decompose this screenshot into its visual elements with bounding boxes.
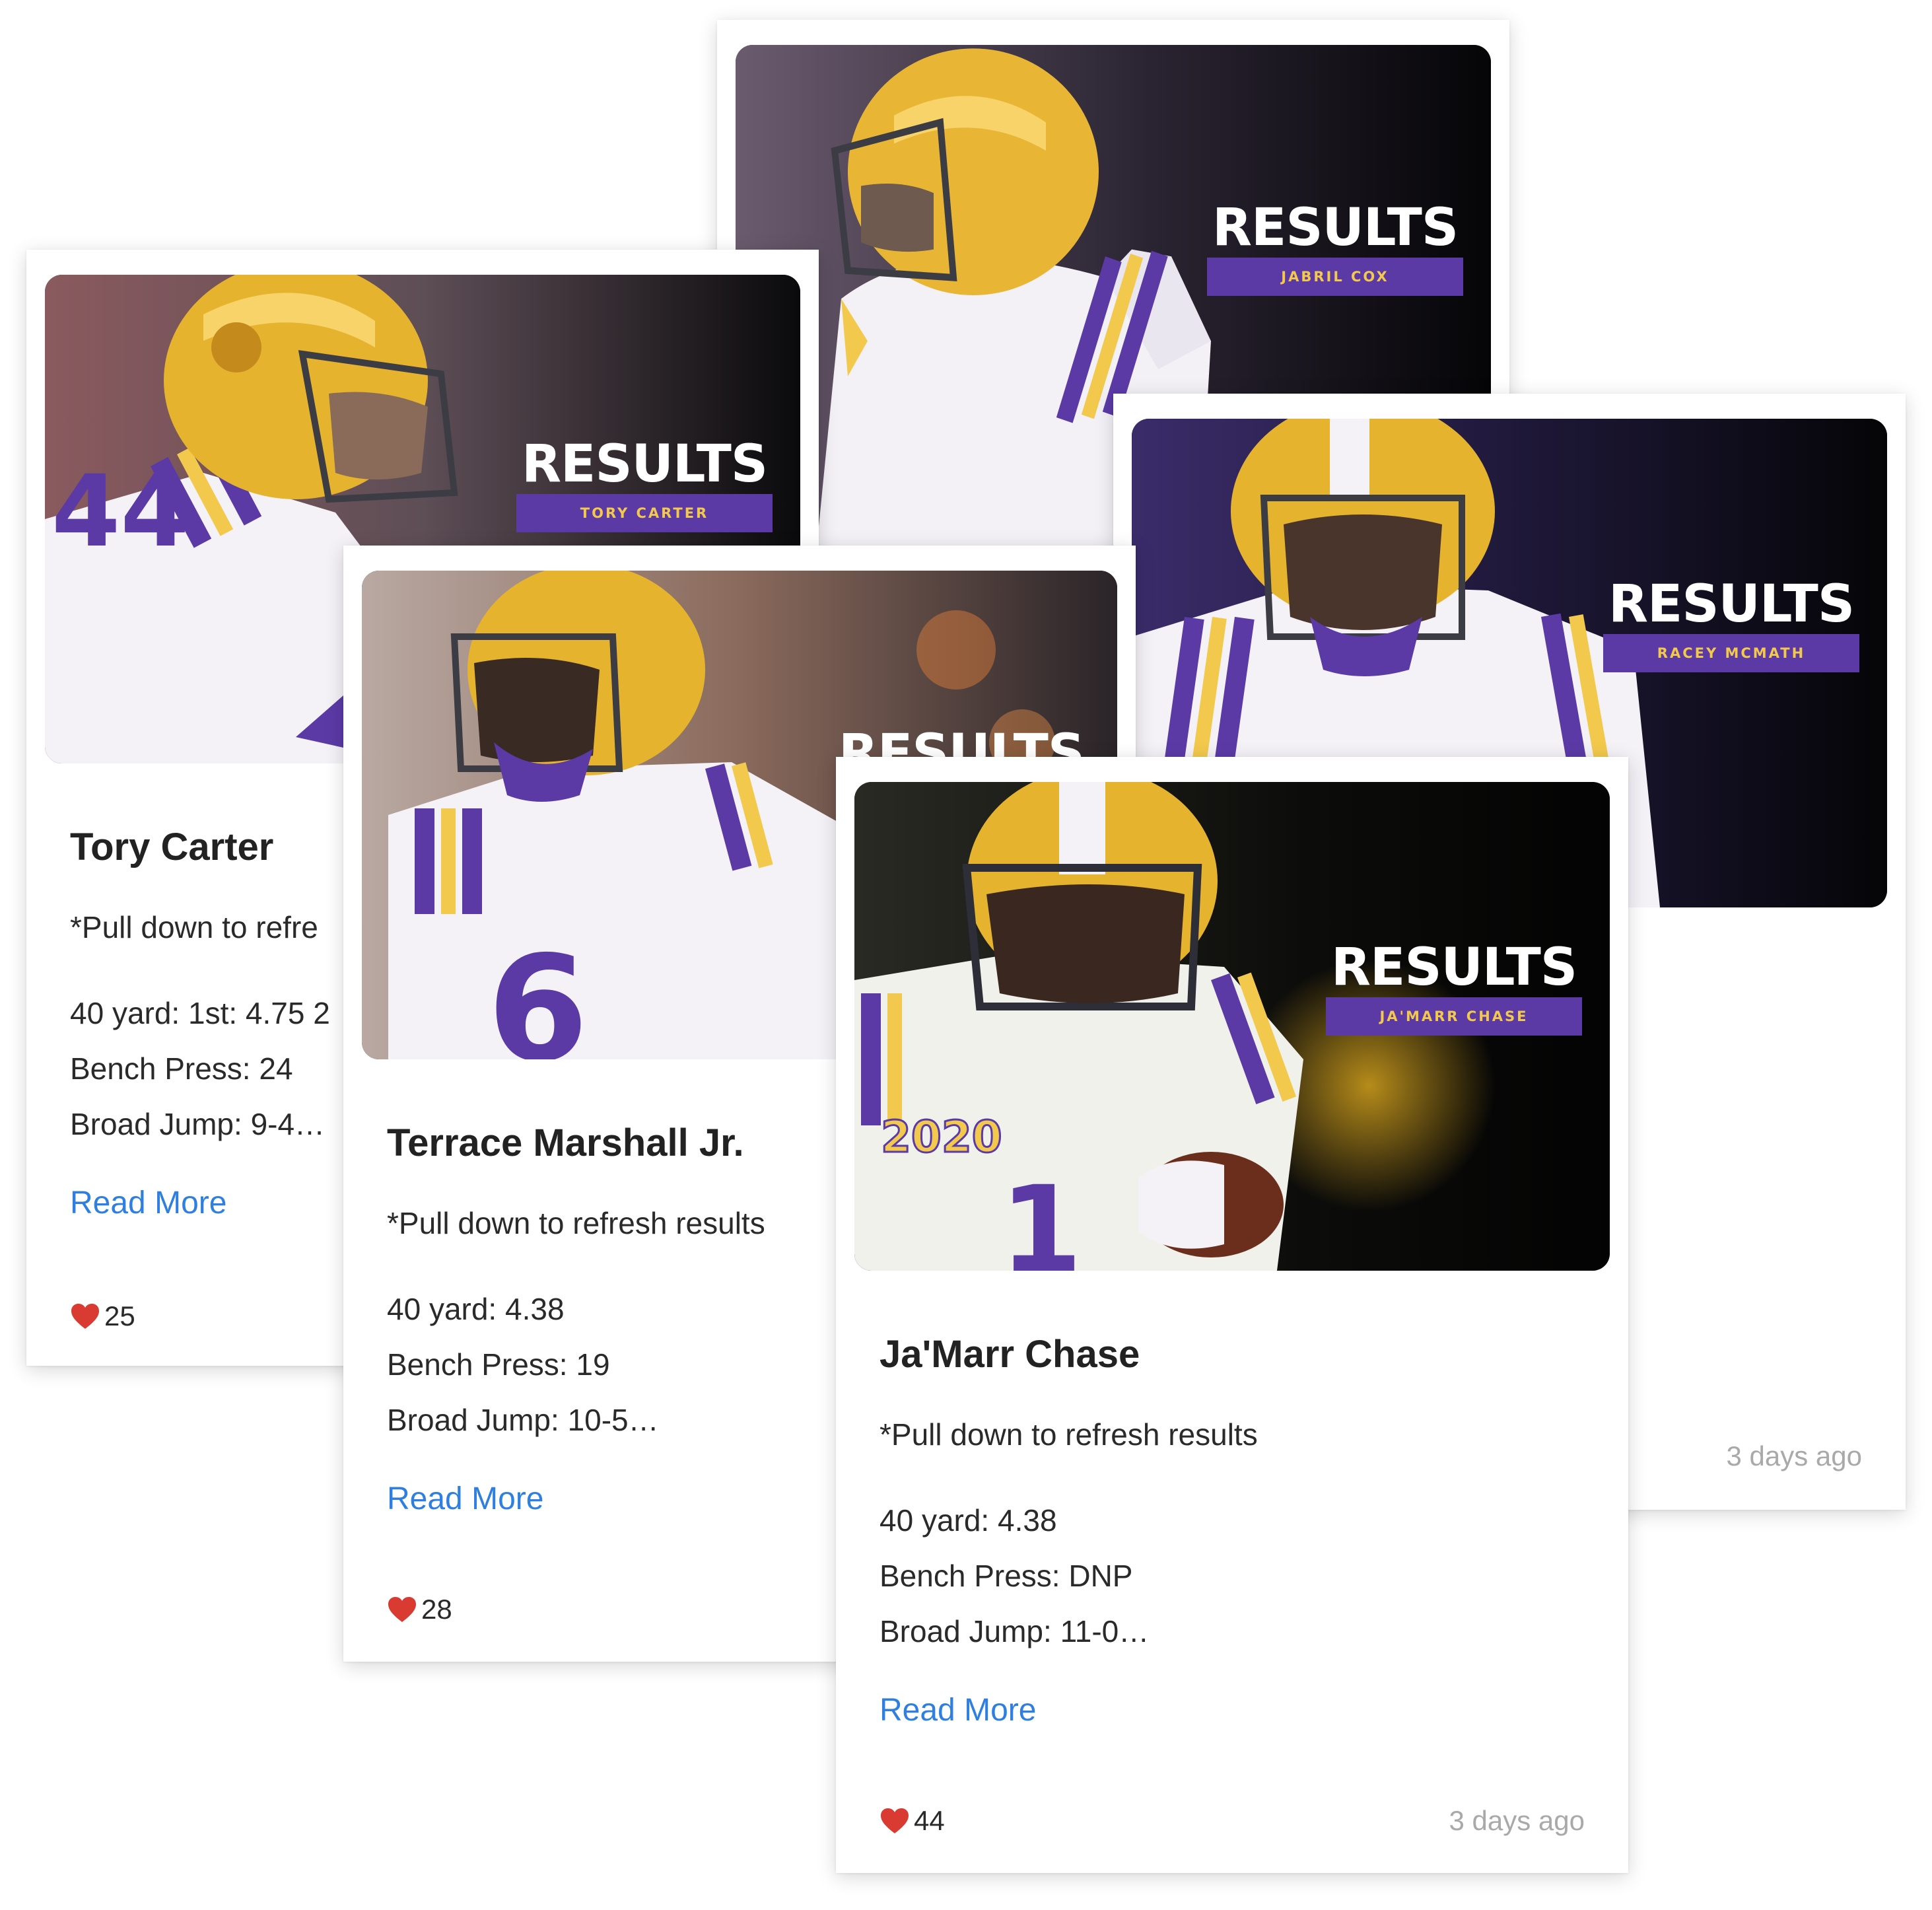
jersey-number: 1 <box>1000 1161 1082 1271</box>
stat-bench-press: Bench Press: DNP <box>880 1559 1133 1593</box>
card-body: Ja'Marr Chase *Pull down to refresh resu… <box>880 1331 1585 1730</box>
like-count: 25 <box>104 1300 135 1331</box>
read-more-link[interactable]: Read More <box>880 1691 1036 1730</box>
heart-icon <box>71 1304 99 1329</box>
timestamp: 3 days ago <box>1726 1440 1863 1471</box>
like-count: 28 <box>421 1594 452 1625</box>
results-player-label: JABRIL COX <box>1207 258 1463 296</box>
stat-broad-jump: Broad Jump: 11-0… <box>880 1614 1150 1648</box>
stats-list: 40 yard: 4.38 Bench Press: DNP Broad Jum… <box>880 1493 1585 1659</box>
results-banner: RESULTS JABRIL COX <box>1207 201 1463 296</box>
read-more-link[interactable]: Read More <box>70 1184 226 1223</box>
results-title: RESULTS <box>1330 938 1577 997</box>
svg-text:44: 44 <box>52 454 190 569</box>
results-title: RESULTS <box>1212 198 1459 258</box>
heart-icon <box>881 1808 909 1833</box>
read-more-link[interactable]: Read More <box>387 1479 543 1519</box>
timestamp: 3 days ago <box>1449 1805 1585 1836</box>
results-player-label: JA'MARR CHASE <box>1326 997 1582 1036</box>
heart-icon <box>388 1597 416 1622</box>
player-card-jamarr-chase[interactable]: 2020 1 RESULTS JA'MARR CHASE Ja'Marr Cha… <box>836 757 1628 1873</box>
like-button[interactable]: 25 <box>70 1300 135 1333</box>
jersey-number: 6 <box>487 925 588 1059</box>
like-count: 44 <box>914 1805 945 1836</box>
results-title: RESULTS <box>1608 575 1855 634</box>
card-footer: 44 3 days ago <box>880 1804 1585 1837</box>
like-button[interactable]: 44 <box>880 1804 945 1837</box>
championship-patch: 2020 <box>881 1112 1002 1162</box>
results-title: RESULTS <box>521 435 768 494</box>
player-name: Ja'Marr Chase <box>880 1333 1140 1376</box>
player-card-image: 2020 1 RESULTS JA'MARR CHASE <box>854 782 1610 1271</box>
results-player-label: TORY CARTER <box>516 494 773 532</box>
like-button[interactable]: 28 <box>387 1593 452 1626</box>
results-player-label: RACEY MCMATH <box>1603 634 1859 672</box>
results-banner: RESULTS JA'MARR CHASE <box>1326 940 1582 1036</box>
refresh-note: *Pull down to refresh results <box>880 1417 1258 1452</box>
results-banner: RESULTS TORY CARTER <box>516 437 773 532</box>
stat-forty-yard: 40 yard: 4.38 <box>880 1503 1057 1538</box>
results-banner: RESULTS RACEY MCMATH <box>1603 577 1859 672</box>
